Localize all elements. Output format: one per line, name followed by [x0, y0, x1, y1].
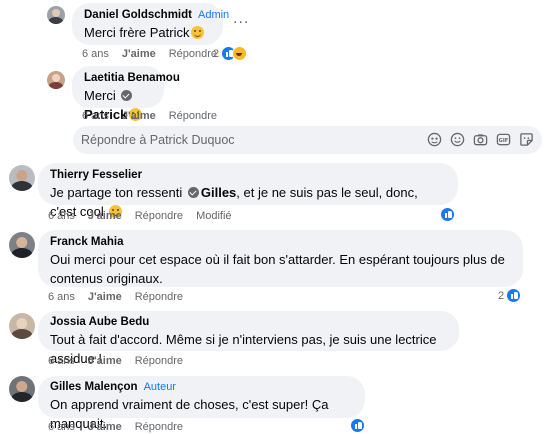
like-reaction-icon	[440, 207, 455, 222]
like-button[interactable]: J'aime	[88, 210, 122, 222]
reply-button[interactable]: Répondre	[135, 210, 183, 222]
comment-author[interactable]: Jossia Aube Bedu	[50, 316, 149, 328]
reaction-count: 2	[213, 47, 220, 60]
comment-text: Oui merci pour cet espace où il fait bon…	[50, 252, 505, 286]
camera-icon[interactable]	[473, 132, 488, 147]
reply-button[interactable]: Répondre	[135, 421, 183, 433]
comment-time[interactable]: 6 ans	[82, 48, 109, 60]
avatar[interactable]	[9, 232, 35, 258]
comment-actions: 6 ans J'aime Répondre	[82, 48, 217, 60]
avatar[interactable]	[9, 313, 35, 339]
comment-author[interactable]: Daniel Goldschmidt	[84, 9, 192, 21]
role-badge: Auteur	[143, 381, 176, 393]
avatar[interactable]	[9, 376, 35, 402]
gif-icon[interactable]: GIF	[496, 132, 511, 147]
like-button[interactable]: J'aime	[88, 355, 122, 367]
reply-button[interactable]: Répondre	[169, 48, 217, 60]
svg-text:GIF: GIF	[499, 138, 509, 144]
comment-author[interactable]: Thierry Fesselier	[50, 169, 142, 181]
comment-bubble: Jossia Aube Bedu Tout à fait d'accord. M…	[38, 311, 459, 366]
reaction-summary[interactable]: 2	[213, 46, 248, 61]
comment-time[interactable]: 6 ans	[48, 355, 75, 367]
haha-reaction-icon	[232, 46, 248, 61]
comment-actions: 6 ans J'aime Répondre Modifié	[48, 210, 232, 222]
verified-badge-icon	[187, 187, 199, 198]
role-badge: Admin	[198, 9, 230, 21]
like-reaction-icon	[506, 288, 522, 303]
comment-time[interactable]: 6 ans	[82, 110, 109, 122]
like-button[interactable]: J'aime	[88, 291, 122, 303]
comment-bubble: Gilles Malençon Auteur On apprend vraime…	[38, 376, 365, 431]
comment-actions: 6 ans J'aime Répondre	[48, 355, 183, 367]
edited-label[interactable]: Modifié	[196, 210, 231, 222]
reaction-summary[interactable]: 2	[498, 288, 522, 303]
sticker-avatar-icon[interactable]	[427, 132, 442, 147]
reply-button[interactable]: Répondre	[169, 110, 217, 122]
comment-actions: 6 ans J'aime Répondre	[82, 110, 217, 122]
like-button[interactable]: J'aime	[122, 110, 156, 122]
sticker-icon[interactable]	[519, 132, 534, 147]
comment-time[interactable]: 6 ans	[48, 291, 75, 303]
comment-bubble: Franck Mahia Oui merci pour cet espace o…	[38, 230, 523, 287]
mention-link[interactable]: Gilles	[201, 185, 236, 200]
verified-badge-icon	[121, 90, 133, 101]
reply-button[interactable]: Répondre	[135, 355, 183, 367]
comment-author[interactable]: Laetitia Benamou	[84, 72, 180, 84]
like-button[interactable]: J'aime	[88, 421, 122, 433]
reply-button[interactable]: Répondre	[135, 291, 183, 303]
more-options-icon[interactable]: ...	[233, 11, 249, 27]
comment-bubble: Laetitia Benamou Merci Patrick	[72, 66, 180, 122]
avatar[interactable]	[47, 71, 65, 89]
comment-time[interactable]: 6 ans	[48, 210, 75, 222]
comment-bubble: Daniel Goldschmidt Admin Merci frère Pat…	[72, 3, 229, 45]
like-reaction-icon	[350, 418, 365, 433]
avatar[interactable]	[9, 165, 35, 191]
smile-emoji-icon	[191, 26, 205, 39]
reaction-count: 2	[498, 289, 505, 302]
comment-bubble: Thierry Fesselier Je partage ton ressent…	[38, 163, 458, 219]
comment-actions: 6 ans J'aime Répondre	[48, 291, 183, 303]
reply-input[interactable]	[81, 133, 411, 147]
avatar[interactable]	[47, 6, 65, 24]
comment-author[interactable]: Franck Mahia	[50, 236, 124, 248]
comment-author[interactable]: Gilles Malençon	[50, 381, 138, 393]
composer-tools: GIF	[427, 132, 534, 147]
comment-time[interactable]: 6 ans	[48, 421, 75, 433]
comment-text: Merci frère Patrick	[84, 23, 211, 42]
comment-actions: 6 ans J'aime Répondre	[48, 421, 183, 433]
reaction-summary[interactable]	[440, 207, 455, 222]
reply-composer[interactable]: GIF	[73, 126, 542, 154]
emoji-icon[interactable]	[450, 132, 465, 147]
reaction-summary[interactable]	[350, 418, 365, 433]
like-button[interactable]: J'aime	[122, 48, 156, 60]
